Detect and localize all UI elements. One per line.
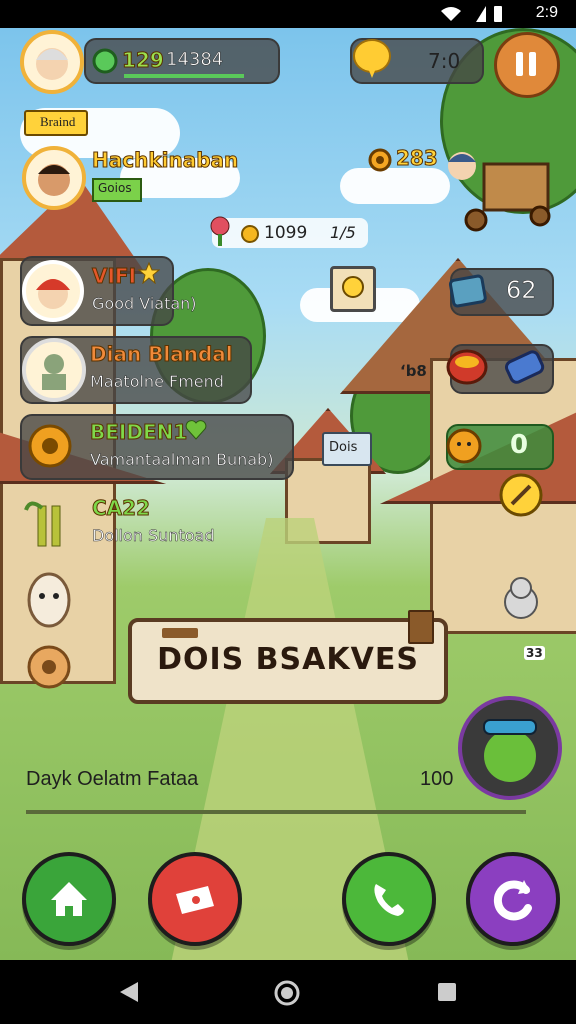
- boy-face-icon: [38, 164, 70, 196]
- flower-icon: [210, 216, 230, 246]
- bamboo-icon: [24, 501, 61, 547]
- tools-panel: [446, 344, 554, 394]
- cookie-icon[interactable]: [24, 642, 74, 692]
- sun-creature-icon: [446, 428, 482, 464]
- player-sub-4: Vamantaalman Bunab): [90, 450, 274, 470]
- refresh-icon: [493, 880, 532, 921]
- redhair-face-icon: [36, 279, 70, 309]
- player-name-4: BEIDEN1: [89, 420, 188, 445]
- coin-count: 129: [122, 48, 165, 73]
- player-sub-2: Good Viatan): [92, 294, 197, 314]
- energy-value: 7:0: [428, 49, 461, 73]
- map-icon: [342, 276, 364, 298]
- cat-statue-icon: [504, 577, 538, 619]
- home-button[interactable]: [22, 852, 116, 946]
- phone-icon: [374, 884, 404, 916]
- coin-label: 14384: [166, 49, 224, 71]
- energy-panel: 7:0: [350, 38, 484, 84]
- green-count: 0: [510, 430, 529, 460]
- sign-nail-right: [408, 610, 434, 644]
- item-count: 62: [506, 276, 537, 305]
- vendor-cart[interactable]: [444, 148, 554, 234]
- status-bar: 2:9: [0, 0, 576, 28]
- scroll-icon: [448, 274, 487, 308]
- player-avatar-2[interactable]: [22, 260, 84, 322]
- daily-value: 100: [420, 768, 454, 790]
- resource-panel: 0: [446, 424, 554, 470]
- small-tag: ʻb8: [400, 362, 427, 380]
- player-name-1: Hachkinaban: [91, 148, 239, 173]
- battery-icon: [494, 6, 502, 22]
- items-panel: 62: [448, 268, 554, 316]
- center-counter: 1099 1/5: [210, 216, 368, 248]
- quest-sign[interactable]: DOIS BSAKVES: [128, 610, 448, 704]
- player-name-3: Dian Blandal: [90, 342, 234, 367]
- chat-bubble-icon[interactable]: [350, 36, 394, 80]
- ghost-mask-icon[interactable]: [26, 572, 72, 628]
- player-name-5: CA22: [92, 496, 151, 521]
- recents-icon[interactable]: [436, 981, 458, 1003]
- statue-icon: [42, 354, 66, 390]
- wifi-icon: [441, 7, 461, 21]
- tiny-label: 33: [524, 646, 545, 660]
- system-nav-bar: [0, 960, 576, 1024]
- phone-button[interactable]: [342, 852, 436, 946]
- bottle-icon: [504, 350, 545, 384]
- gear-icon: [368, 148, 392, 172]
- refresh-button[interactable]: [466, 852, 560, 946]
- coin-panel: 129 14384: [84, 38, 280, 84]
- cloud: [340, 168, 450, 204]
- frog-face-icon: [483, 719, 537, 782]
- gear-badge-icon: [28, 424, 72, 468]
- signal-icon: [476, 6, 486, 22]
- xp-progress-bar: [124, 74, 244, 78]
- coin-icon: [92, 48, 118, 74]
- player-avatar-1[interactable]: [22, 146, 86, 210]
- tag-box[interactable]: Dois: [322, 432, 372, 466]
- center-amount: 1099: [264, 223, 308, 243]
- drum-icon: [446, 349, 488, 385]
- player-avatar[interactable]: [20, 30, 84, 94]
- daily-label: Dayk Oelatm Fataa: [26, 768, 199, 790]
- ticket-button[interactable]: [148, 852, 242, 946]
- daily-progress-track: [26, 810, 526, 814]
- map-button[interactable]: [330, 266, 376, 312]
- star-icon: [138, 262, 160, 284]
- gear-count: 283: [396, 146, 439, 171]
- player-avatar-3[interactable]: [22, 338, 86, 402]
- avatar-face-icon: [36, 48, 68, 80]
- home-circle-icon[interactable]: [273, 979, 301, 1007]
- player-sub-3: Maatolne Fmend: [90, 372, 224, 392]
- player-tag-1: Goios: [92, 178, 142, 202]
- feather-coin-icon[interactable]: [498, 472, 544, 518]
- rank-badge: Braind: [24, 110, 88, 136]
- ticket-icon: [176, 886, 214, 914]
- sign-nail-left: [162, 628, 198, 638]
- cart-icon: [448, 152, 551, 232]
- center-fraction: 1/5: [330, 223, 356, 242]
- pause-button[interactable]: [494, 32, 560, 98]
- player-name-2: VIFI: [91, 264, 137, 289]
- home-icon: [51, 882, 87, 916]
- pause-icon: [516, 52, 536, 76]
- clock: 2:9: [535, 4, 558, 21]
- back-icon[interactable]: [118, 980, 140, 1004]
- companion-avatar[interactable]: [458, 696, 562, 800]
- heart-icon: [185, 420, 207, 440]
- gold-coin-icon: [241, 225, 259, 243]
- player-sub-5: Dollon Suntoad: [92, 526, 215, 546]
- quest-title: DOIS BSAKVES: [157, 642, 419, 677]
